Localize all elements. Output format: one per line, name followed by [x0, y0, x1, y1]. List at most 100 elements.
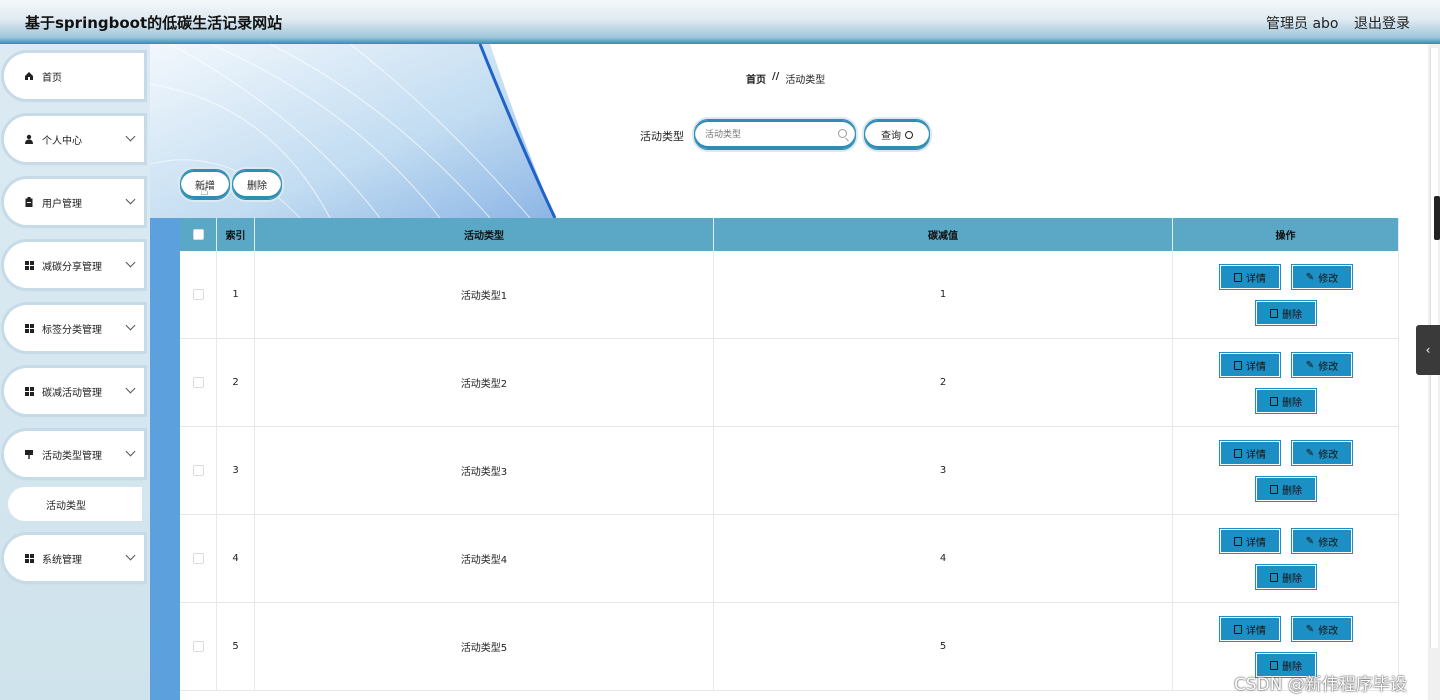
- top-header: 基于springboot的低碳生活记录网站 管理员 abo 退出登录: [0, 0, 1440, 44]
- sidebar-item-label: 活动类型管理: [42, 450, 102, 462]
- sidebar-item-tag-category[interactable]: 标签分类管理: [4, 305, 144, 351]
- trash-icon: [1270, 396, 1278, 406]
- cell-ops: 详情 ✎ 修改 删除: [1173, 251, 1399, 338]
- table-row: 1 活动类型1 1 详情 ✎ 修改 删除: [180, 251, 1399, 339]
- table-row: 5 活动类型5 5 详情 ✎ 修改 删除: [180, 603, 1399, 691]
- delete-button[interactable]: 删除: [1255, 388, 1317, 414]
- sidebar-item-home[interactable]: 首页: [4, 53, 144, 99]
- current-user-label: 管理员 abo: [1266, 16, 1339, 32]
- sidebar-item-carbon-share[interactable]: 减碳分享管理: [4, 242, 144, 288]
- column-header-ops: 操作: [1173, 218, 1399, 251]
- delete-button[interactable]: 删除: [1255, 300, 1317, 326]
- table-row: 4 活动类型4 4 详情 ✎ 修改 删除: [180, 515, 1399, 603]
- chevron-left-icon: ‹: [1425, 343, 1431, 357]
- cell-type: 活动类型4: [255, 515, 714, 602]
- home-icon: [24, 71, 34, 81]
- search-input[interactable]: [705, 127, 833, 143]
- detail-button[interactable]: 详情: [1219, 440, 1281, 466]
- breadcrumb-home[interactable]: 首页: [746, 71, 766, 86]
- row-checkbox[interactable]: [192, 289, 204, 300]
- edit-button[interactable]: ✎ 修改: [1291, 440, 1353, 466]
- edit-icon: ✎: [1305, 271, 1315, 283]
- sidebar-item-label: 用户管理: [42, 198, 82, 210]
- sidebar-item-label: 减碳分享管理: [42, 261, 102, 273]
- edit-button[interactable]: ✎ 修改: [1291, 352, 1353, 378]
- edit-icon: ✎: [1305, 535, 1315, 547]
- site-title: 基于springboot的低碳生活记录网站: [25, 14, 283, 32]
- detail-button[interactable]: 详情: [1219, 352, 1281, 378]
- query-button-label: 查询: [881, 131, 901, 142]
- detail-label: 详情: [1246, 361, 1266, 373]
- trash-icon: [1270, 484, 1278, 494]
- breadcrumb-current: 活动类型: [785, 75, 826, 86]
- cell-ops: 详情 ✎ 修改 删除: [1173, 427, 1399, 514]
- collapse-panel-button[interactable]: ‹: [1416, 325, 1440, 375]
- sidebar: 首页 个人中心 用户管理 减碳分享管理 标签分类管理 碳减活动管理 活动类型管理: [0, 44, 150, 700]
- edit-icon: ✎: [1305, 623, 1315, 635]
- sidebar-item-carbon-activity[interactable]: 碳减活动管理: [4, 368, 144, 414]
- breadcrumb-separator: //: [772, 71, 780, 82]
- detail-button[interactable]: 详情: [1219, 528, 1281, 554]
- watermark: CSDN @新伟程序毕设: [1234, 675, 1407, 695]
- delete-button[interactable]: 删除: [1255, 564, 1317, 590]
- sidebar-item-activity-type-management[interactable]: 活动类型管理: [4, 431, 144, 477]
- sidebar-subitem-activity-type[interactable]: 活动类型: [8, 487, 142, 521]
- cell-value: 3: [714, 427, 1173, 514]
- column-header-type: 活动类型: [255, 218, 714, 251]
- delete-label: 删除: [1282, 485, 1302, 497]
- edit-label: 修改: [1318, 625, 1339, 637]
- clipboard-icon: [24, 197, 34, 207]
- scroll-indicator: [1434, 196, 1440, 240]
- cell-value: 1: [714, 251, 1173, 338]
- select-all-checkbox[interactable]: [192, 229, 204, 240]
- trash-icon: [1270, 572, 1278, 582]
- chevron-down-icon: [125, 550, 136, 561]
- detail-label: 详情: [1246, 625, 1266, 637]
- sidebar-item-personal-center[interactable]: 个人中心: [4, 116, 144, 162]
- trash-icon: [1270, 660, 1278, 670]
- table-row: 2 活动类型2 2 详情 ✎ 修改 删除: [180, 339, 1399, 427]
- cell-ops: 详情 ✎ 修改 删除: [1173, 339, 1399, 426]
- edit-button[interactable]: ✎ 修改: [1291, 264, 1353, 290]
- edit-label: 修改: [1318, 273, 1339, 285]
- sidebar-item-label: 首页: [42, 72, 62, 84]
- grid-icon: [24, 323, 34, 333]
- document-icon: [1234, 360, 1242, 370]
- detail-button[interactable]: 详情: [1219, 616, 1281, 642]
- search-label: 活动类型: [640, 130, 684, 143]
- cell-index: 3: [217, 427, 255, 514]
- edit-button[interactable]: ✎ 修改: [1291, 616, 1353, 642]
- search-icon: [905, 130, 913, 139]
- chevron-down-icon: [125, 320, 136, 331]
- edit-label: 修改: [1318, 449, 1339, 461]
- edit-label: 修改: [1318, 537, 1339, 549]
- sidebar-item-user-management[interactable]: 用户管理: [4, 179, 144, 225]
- row-checkbox[interactable]: [192, 377, 204, 388]
- breadcrumb: 首页 // 活动类型: [746, 71, 825, 86]
- table-header: 索引 活动类型 碳减值 操作: [180, 218, 1399, 251]
- batch-delete-button[interactable]: 删除: [232, 169, 282, 200]
- logout-link[interactable]: 退出登录: [1354, 13, 1410, 33]
- row-checkbox[interactable]: [192, 641, 204, 652]
- row-checkbox[interactable]: [192, 553, 204, 564]
- delete-button[interactable]: 删除: [1255, 476, 1317, 502]
- cell-type: 活动类型5: [255, 603, 714, 690]
- edit-icon: ✎: [1305, 359, 1315, 371]
- edit-label: 修改: [1318, 361, 1339, 373]
- document-icon: [1234, 272, 1242, 282]
- edit-button[interactable]: ✎ 修改: [1291, 528, 1353, 554]
- user-icon: [24, 134, 34, 144]
- grid-icon: [24, 260, 34, 270]
- grid-icon: [24, 386, 34, 396]
- detail-button[interactable]: 详情: [1219, 264, 1281, 290]
- row-checkbox[interactable]: [192, 465, 204, 476]
- query-button[interactable]: 查询: [864, 119, 930, 150]
- document-icon: [1234, 536, 1242, 546]
- column-header-value: 碳减值: [714, 218, 1173, 251]
- delete-label: 删除: [1282, 397, 1302, 409]
- cell-index: 5: [217, 603, 255, 690]
- sidebar-item-label: 个人中心: [42, 135, 82, 147]
- sidebar-item-system-management[interactable]: 系统管理: [4, 535, 144, 581]
- chevron-down-icon: [125, 194, 136, 205]
- pin-icon: [24, 449, 34, 459]
